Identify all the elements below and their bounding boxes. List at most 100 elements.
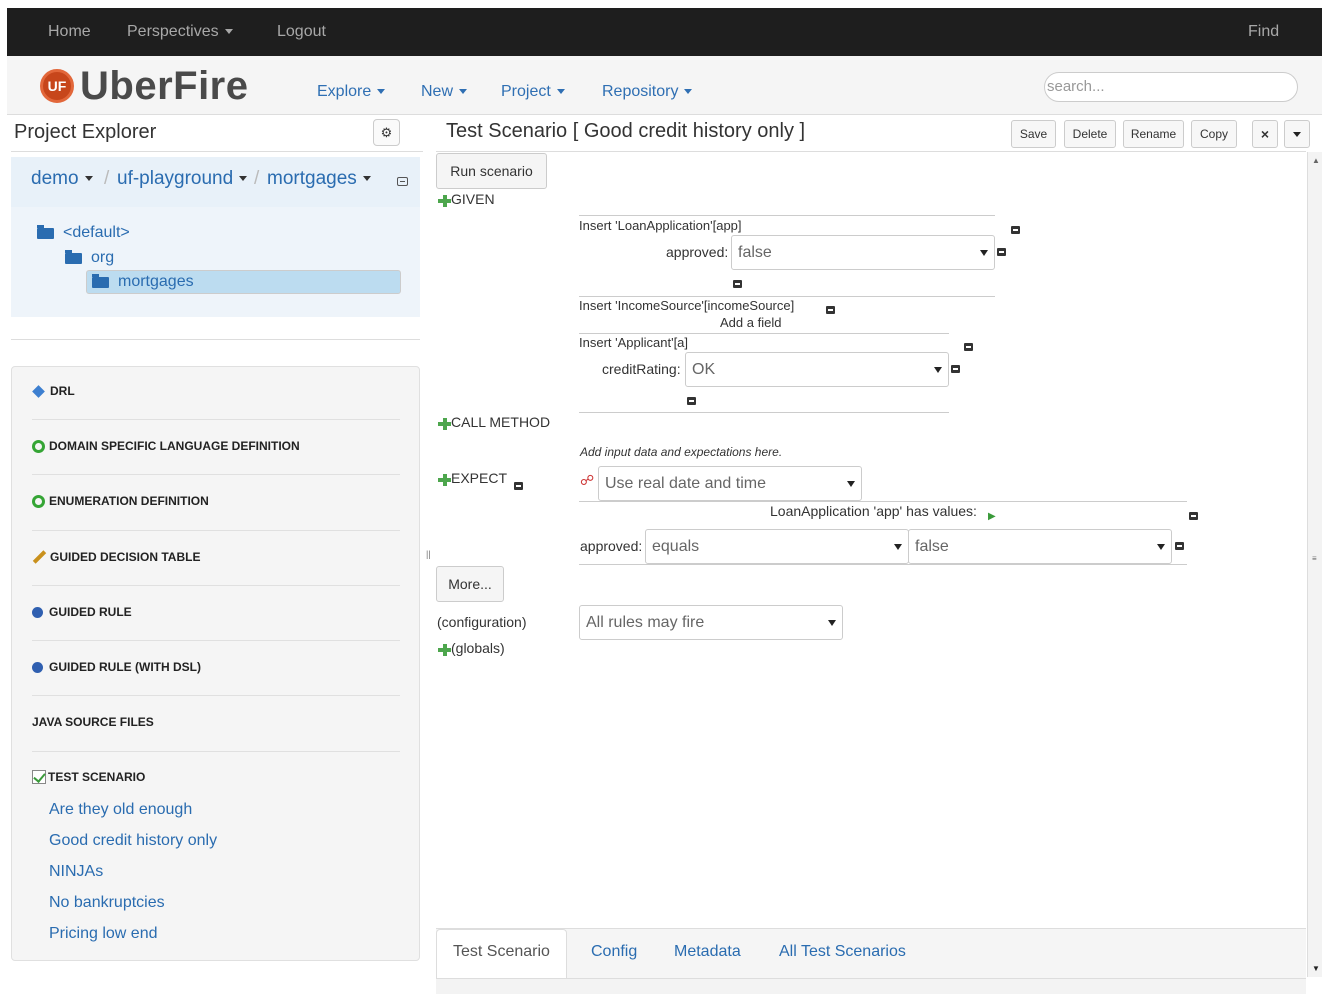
menu-explore[interactable]: Explore <box>317 83 386 101</box>
category-label: GUIDED RULE <box>49 605 132 619</box>
test-scenario-item[interactable]: Good credit history only <box>49 832 217 850</box>
tab-all-test-scenarios[interactable]: All Test Scenarios <box>779 943 906 961</box>
tab-config[interactable]: Config <box>591 943 637 961</box>
logo[interactable]: UF UberFire <box>40 64 249 108</box>
chevron-down-icon <box>377 89 386 95</box>
panel-splitter[interactable]: || <box>426 549 431 559</box>
call-method-section: CALL METHOD <box>438 414 550 430</box>
chevron-down-icon <box>934 366 942 373</box>
rename-button[interactable]: Rename <box>1123 120 1184 148</box>
close-icon[interactable]: × <box>1252 120 1278 148</box>
remove-icon[interactable] <box>1011 226 1020 234</box>
delete-button[interactable]: Delete <box>1064 120 1116 148</box>
remove-icon[interactable] <box>997 248 1006 256</box>
remove-icon[interactable] <box>514 482 523 490</box>
test-scenario-item[interactable]: No bankruptcies <box>49 894 165 912</box>
pencil-icon <box>32 550 47 564</box>
divider <box>579 564 1187 565</box>
tree-item-default[interactable]: <default> <box>37 224 130 242</box>
run-scenario-button[interactable]: Run scenario <box>436 153 547 189</box>
chevron-down-icon <box>980 249 988 256</box>
divider <box>32 640 400 641</box>
loan-values-label: LoanApplication 'app' has values: <box>770 503 977 519</box>
test-scenario-item[interactable]: NINJAs <box>49 863 103 881</box>
chevron-down-icon <box>459 89 468 95</box>
perspectives-menu[interactable]: Perspectives <box>127 23 233 41</box>
operator-select[interactable]: equals <box>645 529 909 564</box>
collapse-icon[interactable] <box>397 177 408 186</box>
insert-applicant-label: Insert 'Applicant'[a] <box>579 335 689 350</box>
breadcrumb-project[interactable]: mortgages <box>267 168 371 190</box>
copy-button[interactable]: Copy <box>1191 120 1237 148</box>
category-label: JAVA SOURCE FILES <box>32 715 154 729</box>
date-mode-select-value: Use real date and time <box>605 474 766 492</box>
category-drl[interactable]: DRL <box>32 384 75 398</box>
test-scenario-item[interactable]: Pricing low end <box>49 925 158 943</box>
remove-icon[interactable] <box>1175 542 1184 550</box>
tab-metadata[interactable]: Metadata <box>674 943 741 961</box>
category-enumeration[interactable]: ENUMERATION DEFINITION <box>32 494 209 508</box>
tree-item-label: <default> <box>63 224 130 241</box>
drl-icon <box>32 384 45 398</box>
scroll-up-icon[interactable]: ▲ <box>1312 156 1320 165</box>
credit-rating-select[interactable]: OK <box>685 352 949 387</box>
divider <box>32 474 400 475</box>
tree-item-org[interactable]: org <box>65 249 114 267</box>
tab-test-scenario[interactable]: Test Scenario <box>436 929 567 979</box>
chevron-down-icon <box>847 480 855 487</box>
package-tree: <default> org mortgages <box>11 207 420 317</box>
home-link[interactable]: Home <box>48 23 91 41</box>
chevron-down-icon <box>828 619 836 626</box>
remove-icon[interactable] <box>1189 512 1198 520</box>
rules-fire-select[interactable]: All rules may fire <box>579 605 843 640</box>
remove-icon[interactable] <box>733 280 742 288</box>
add-field-link[interactable]: Add a field <box>720 315 781 330</box>
approved-select[interactable]: false <box>731 235 995 270</box>
remove-icon[interactable] <box>964 343 973 351</box>
tree-item-mortgages[interactable]: mortgages <box>86 270 401 294</box>
add-call-method-icon[interactable] <box>438 417 451 430</box>
logout-link[interactable]: Logout <box>277 23 326 41</box>
search-input[interactable]: search... <box>1044 72 1298 102</box>
guided-rule-icon <box>32 606 43 618</box>
add-global-icon[interactable] <box>438 643 451 656</box>
folder-open-icon <box>65 249 82 264</box>
horizontal-scrollbar[interactable] <box>436 978 1306 994</box>
play-icon[interactable]: ▶ <box>988 511 996 522</box>
scroll-down-icon[interactable]: ▼ <box>1312 964 1320 973</box>
breadcrumb-repo[interactable]: uf-playground <box>117 168 248 190</box>
menu-new[interactable]: New <box>421 83 468 101</box>
menu-project[interactable]: Project <box>501 83 565 101</box>
vertical-scrollbar[interactable]: ▲ ≡ ▼ <box>1307 152 1322 977</box>
category-dsl[interactable]: DOMAIN SPECIFIC LANGUAGE DEFINITION <box>32 439 300 453</box>
expected-value-select[interactable]: false <box>908 529 1172 564</box>
category-test-scenario[interactable]: TEST SCENARIO <box>32 770 145 784</box>
date-mode-select[interactable]: Use real date and time <box>598 466 862 501</box>
add-expect-icon[interactable] <box>438 473 451 486</box>
brand-bar: UF UberFire Explore New Project Reposito… <box>7 56 1322 115</box>
breadcrumb-org[interactable]: demo <box>31 168 93 190</box>
category-label: TEST SCENARIO <box>48 770 146 784</box>
test-scenario-item[interactable]: Are they old enough <box>49 801 192 819</box>
remove-icon[interactable] <box>687 397 696 405</box>
menu-explore-label: Explore <box>317 83 372 100</box>
editor-menu-button[interactable] <box>1284 120 1310 148</box>
add-given-icon[interactable] <box>438 194 451 207</box>
gear-icon[interactable]: ⚙ <box>373 119 400 146</box>
chevron-down-icon <box>684 89 693 95</box>
tree-item-label: org <box>91 249 115 266</box>
remove-icon[interactable] <box>951 365 960 373</box>
save-button[interactable]: Save <box>1011 120 1056 148</box>
menu-repository[interactable]: Repository <box>602 83 693 101</box>
category-guided-rule-dsl[interactable]: GUIDED RULE (WITH DSL) <box>32 660 201 674</box>
category-java-source[interactable]: JAVA SOURCE FILES <box>32 715 154 729</box>
breadcrumb-separator: / <box>104 168 110 189</box>
more-button[interactable]: More... <box>436 566 504 602</box>
category-guided-rule[interactable]: GUIDED RULE <box>32 605 132 619</box>
find-link[interactable]: Find <box>1248 23 1279 41</box>
chevron-down-icon <box>894 543 902 550</box>
logo-text: UberFire <box>80 63 249 108</box>
remove-icon[interactable] <box>826 306 835 314</box>
category-guided-decision-table[interactable]: GUIDED DECISION TABLE <box>32 550 200 564</box>
chevron-down-icon <box>1157 543 1165 550</box>
